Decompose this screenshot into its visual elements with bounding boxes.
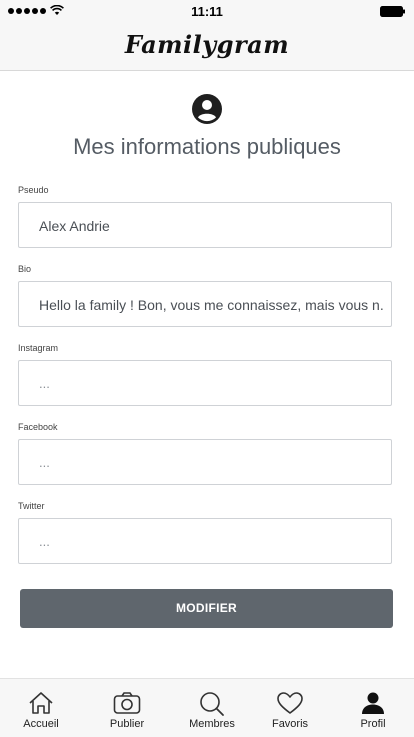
tab-profil[interactable]: Profil: [343, 679, 403, 737]
tab-label: Membres: [189, 718, 235, 730]
person-icon: [362, 692, 384, 714]
pseudo-label: Pseudo: [18, 185, 49, 195]
status-time: 11:11: [191, 4, 223, 19]
camera-icon: [113, 692, 141, 714]
tab-accueil[interactable]: Accueil: [11, 679, 71, 737]
bottom-tab-bar: Accueil Publier Membres Favoris Profil: [0, 678, 414, 737]
twitter-placeholder: ...: [39, 534, 50, 549]
heart-icon: [277, 692, 303, 714]
search-icon: [200, 692, 224, 716]
status-bar: 11:11: [0, 0, 414, 22]
bio-input[interactable]: Hello la family ! Bon, vous me connaisse…: [18, 281, 392, 327]
tab-publier[interactable]: Publier: [97, 679, 157, 737]
twitter-label: Twitter: [18, 501, 45, 511]
bio-value: Hello la family ! Bon, vous me connaisse…: [39, 297, 385, 313]
battery-icon: [380, 6, 405, 17]
account-circle-icon: [192, 94, 222, 124]
modifier-button[interactable]: MODIFIER: [20, 589, 393, 628]
pseudo-value: Alex Andrie: [39, 218, 110, 234]
facebook-input[interactable]: ...: [18, 439, 392, 485]
tab-label: Profil: [360, 718, 386, 730]
instagram-input[interactable]: ...: [18, 360, 392, 406]
tab-label: Accueil: [23, 718, 59, 730]
instagram-placeholder: ...: [39, 376, 50, 391]
page-title: Mes informations publiques: [73, 134, 341, 159]
instagram-label: Instagram: [18, 343, 59, 353]
app-logo: Familygram: [124, 30, 290, 59]
bio-label: Bio: [18, 264, 32, 274]
tab-label: Favoris: [271, 718, 309, 730]
app-header: Familygram: [0, 22, 414, 71]
pseudo-input[interactable]: Alex Andrie: [18, 202, 392, 248]
tab-label: Publier: [109, 718, 145, 730]
home-icon: [29, 692, 53, 714]
twitter-input[interactable]: ...: [18, 518, 392, 564]
facebook-placeholder: ...: [39, 455, 50, 470]
tab-favoris[interactable]: Favoris: [260, 679, 320, 737]
facebook-label: Facebook: [18, 422, 58, 432]
tab-membres[interactable]: Membres: [182, 679, 242, 737]
